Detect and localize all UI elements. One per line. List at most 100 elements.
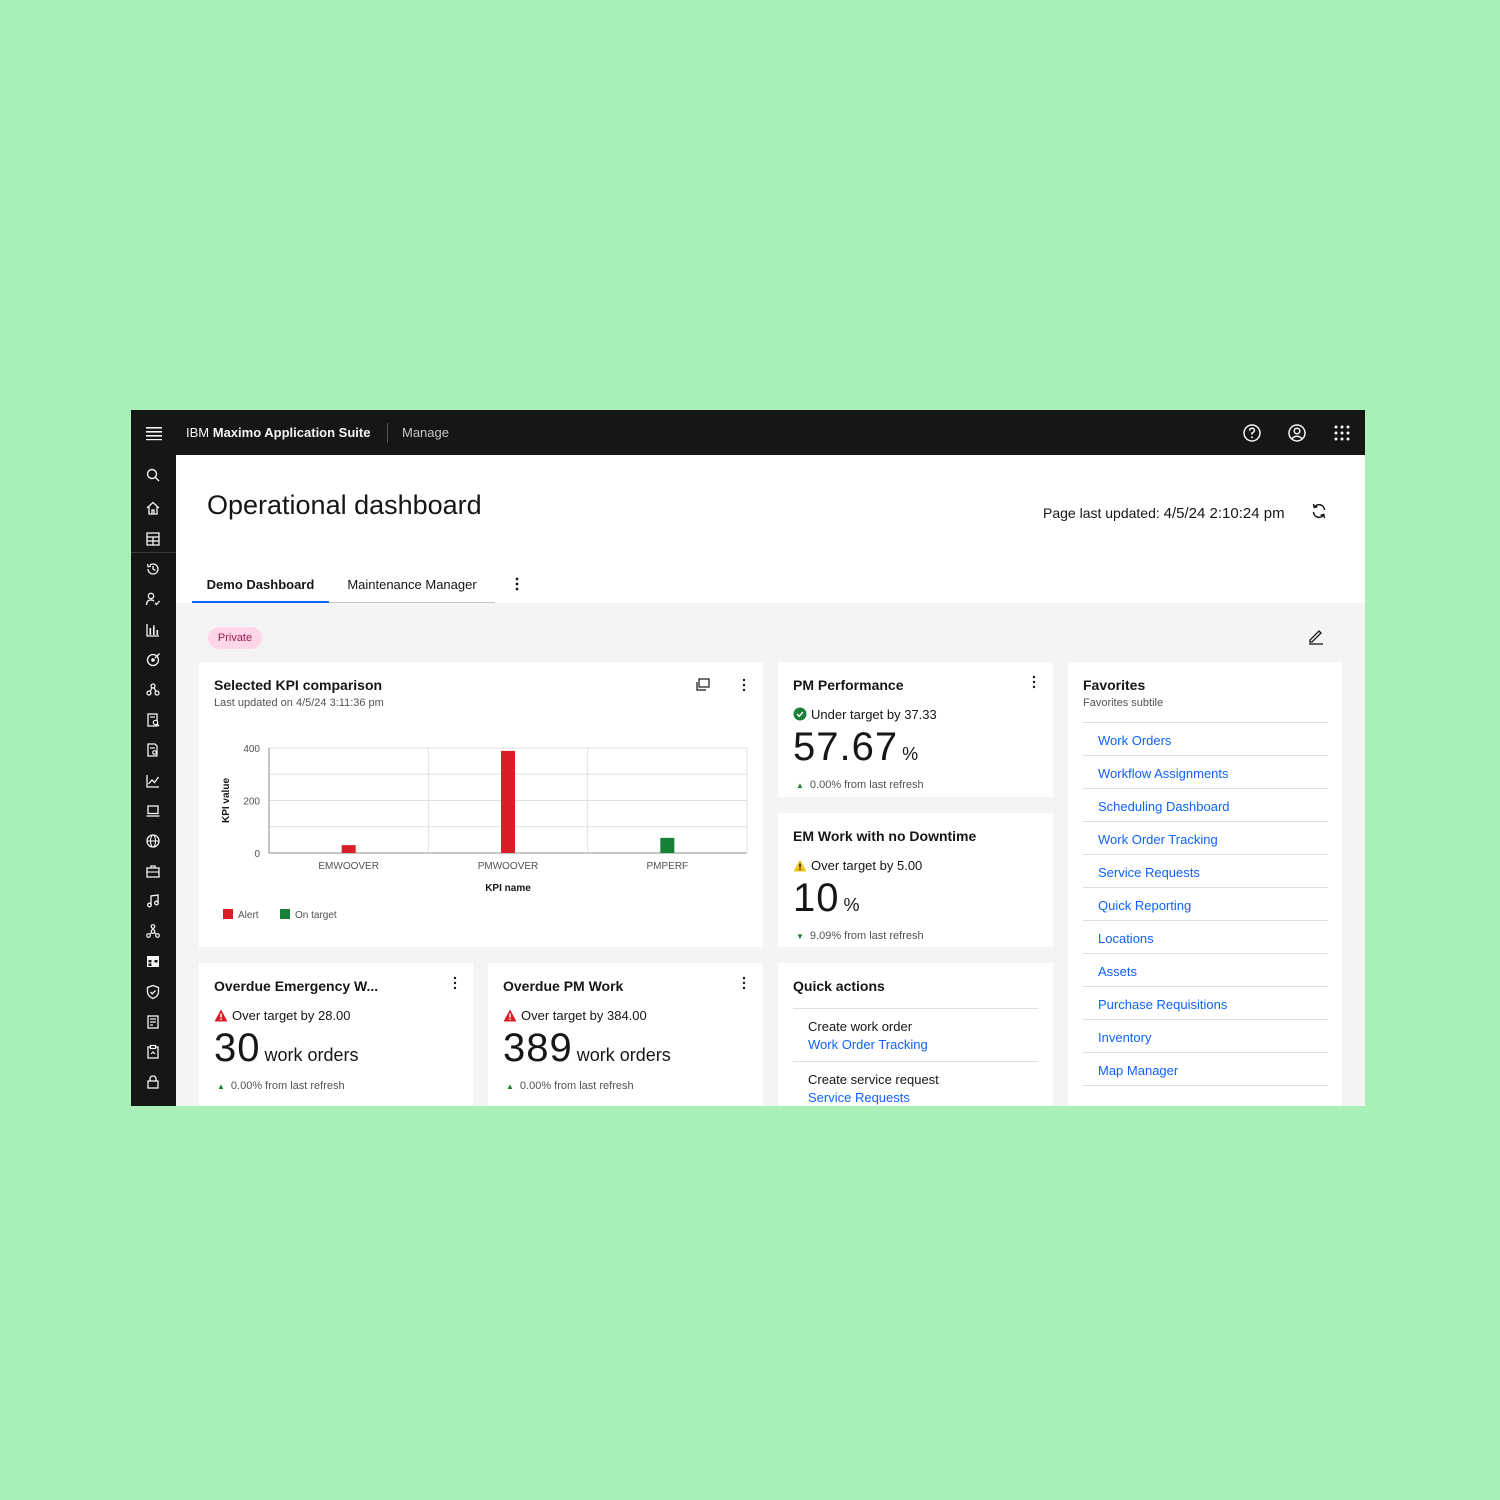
private-tag: Private [208,627,262,649]
kpi-bar-chart: 0 200 400 EMWOOVER PMWOOVER PMPERF KPI name KPI… [221,744,748,921]
kpi-delta: ▲ 0.00% from last refresh [506,1080,634,1092]
dashboard-icon[interactable] [145,531,161,547]
kpi-status: Over target by 5.00 [793,858,922,873]
caret-up-icon: ▲ [217,1082,225,1091]
error-warning-icon [503,1009,517,1022]
favorite-link-label[interactable]: Purchase Requisitions [1098,997,1227,1012]
hierarchy-icon[interactable] [145,923,161,939]
value-number: 10 [793,876,840,920]
report-icon[interactable] [145,712,161,728]
quick-action-link[interactable]: Work Order Tracking [808,1037,928,1052]
x-tick-label: PMWOOVER [478,861,539,872]
kpi-status: Under target by 37.33 [793,707,937,722]
top-bar: IBM Maximo Application Suite Manage [131,410,1365,455]
card-title: EM Work with no Downtime [793,828,977,844]
edit-icon[interactable] [1307,627,1325,645]
favorite-link-label[interactable]: Service Requests [1098,865,1200,880]
favorite-link[interactable]: Scheduling Dashboard [1083,789,1328,822]
favorite-link[interactable]: Inventory [1083,1020,1328,1053]
kpi-value: 30 work orders [214,1026,359,1071]
globe-icon[interactable] [145,833,161,849]
favorite-link[interactable]: Service Requests [1083,855,1328,888]
menu-icon[interactable] [145,424,163,442]
y-tick-label: 0 [254,849,260,860]
search-icon[interactable] [145,467,161,483]
overflow-menu-icon[interactable] [1031,675,1037,689]
delta-text: 0.00% from last refresh [519,1080,634,1092]
pm-performance-card: PM Performance Under target by 37.33 57.… [778,662,1053,797]
quick-action-item[interactable]: Create service request Service Requests [793,1061,1038,1106]
x-tick-label: EMWOOVER [318,861,379,872]
value-unit: % [902,744,919,764]
favorite-link[interactable]: Quick Reporting [1083,888,1328,921]
legend-label: On target [295,910,337,921]
laptop-icon[interactable] [145,803,161,819]
tab-maintenance-manager[interactable]: Maintenance Manager [329,561,495,603]
kpi-delta: ▲ 0.00% from last refresh [217,1080,345,1092]
status-text: Over target by 384.00 [521,1008,647,1023]
updated-value: 4/5/24 2:10:24 pm [1163,505,1285,522]
satellite-icon[interactable] [145,652,161,668]
favorite-link-label[interactable]: Work Order Tracking [1098,832,1218,847]
quick-action-link[interactable]: Service Requests [808,1090,910,1105]
user-avatar-icon[interactable] [1286,422,1308,444]
music-icon[interactable] [145,893,161,909]
user-check-icon[interactable] [145,591,161,607]
history-icon[interactable] [145,561,161,577]
favorite-link[interactable]: Work Orders [1083,723,1328,756]
shield-icon[interactable] [145,984,161,1000]
card-title: Favorites [1083,677,1146,693]
line-chart-icon[interactable] [145,773,161,789]
tab-demo-dashboard[interactable]: Demo Dashboard [192,561,329,603]
tab-overflow-menu-icon[interactable] [510,575,524,593]
legend-label: Alert [238,910,259,921]
clipboard-icon[interactable] [145,1044,161,1060]
app-name[interactable]: Manage [402,425,449,440]
refresh-icon[interactable] [1309,501,1329,521]
app-switcher-icon[interactable] [1331,422,1353,444]
x-tick-label: PMPERF [646,861,688,872]
favorite-link-label[interactable]: Inventory [1098,1030,1151,1045]
favorite-link-label[interactable]: Assets [1098,964,1137,979]
favorite-link[interactable]: Assets [1083,954,1328,987]
favorite-link-label[interactable]: Locations [1098,931,1154,946]
favorite-link[interactable]: Map Manager [1083,1053,1328,1086]
receipt-icon[interactable] [145,1014,161,1030]
page-header: Operational dashboard Page last updated:… [176,455,1365,603]
quick-actions-card: Quick actions Create work order Work Ord… [778,963,1053,1106]
favorite-link[interactable]: Locations [1083,921,1328,954]
y-tick-label: 200 [243,797,260,808]
favorite-link-label[interactable]: Quick Reporting [1098,898,1191,913]
calendar-icon[interactable] [145,953,161,969]
help-icon[interactable] [1241,422,1263,444]
home-icon[interactable] [145,500,161,516]
lock-icon[interactable] [145,1074,161,1090]
document-search-icon[interactable] [145,742,161,758]
overflow-menu-icon[interactable] [452,976,458,990]
brand-prefix: IBM [186,425,210,440]
delta-text: 0.00% from last refresh [809,779,924,791]
status-text: Over target by 5.00 [811,858,923,873]
favorites-card: Favorites Favorites subtile Work Orders … [1068,662,1342,1106]
bar-chart-icon[interactable] [145,622,161,638]
chart-bar [501,750,515,853]
network-icon[interactable] [145,682,161,698]
topbar-divider [387,423,388,443]
status-text: Under target by 37.33 [811,707,937,722]
value-unit: work orders [576,1045,671,1065]
favorite-link[interactable]: Purchase Requisitions [1083,987,1328,1020]
product-name[interactable]: IBM Maximo Application Suite [186,425,370,440]
favorite-link-label[interactable]: Map Manager [1098,1063,1178,1078]
favorite-link-label[interactable]: Scheduling Dashboard [1098,799,1230,814]
brand-name: Maximo Application Suite [212,425,371,440]
legend-swatch [223,909,233,919]
favorite-link-label[interactable]: Work Orders [1098,733,1171,748]
overflow-menu-icon[interactable] [741,976,747,990]
kpi-delta: ▲ 0.00% from last refresh [796,779,924,791]
favorite-link[interactable]: Workflow Assignments [1083,756,1328,789]
briefcase-icon[interactable] [145,863,161,879]
caret-up-icon: ▲ [506,1082,514,1091]
quick-action-item[interactable]: Create work order Work Order Tracking [793,1008,1038,1061]
favorite-link[interactable]: Work Order Tracking [1083,822,1328,855]
favorite-link-label[interactable]: Workflow Assignments [1098,766,1229,781]
